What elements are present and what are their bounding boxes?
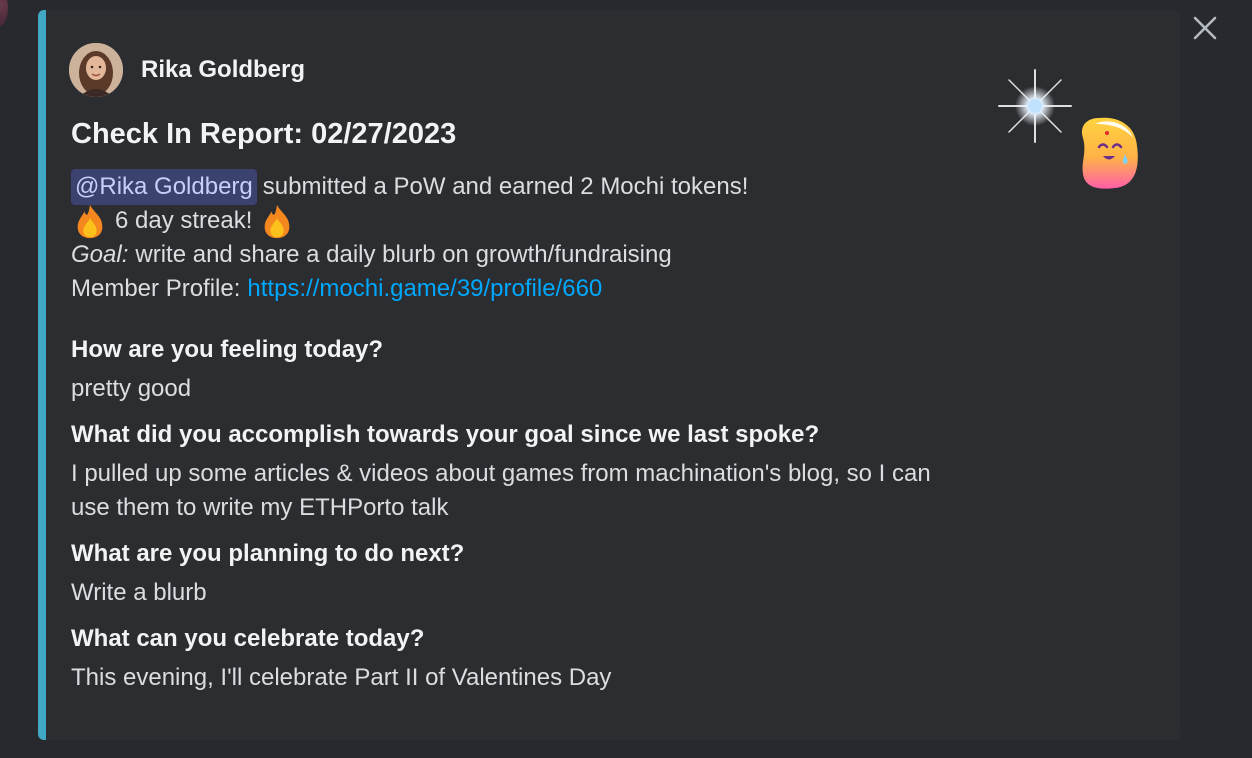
field-name: How are you feeling today? (71, 336, 384, 363)
fire-icon (265, 204, 290, 239)
field-name: What can you celebrate today? (71, 625, 425, 652)
close-button[interactable] (1187, 10, 1223, 46)
goal-label: Goal: (71, 241, 129, 268)
field-value: I pulled up some articles & videos about… (71, 460, 931, 521)
embed-field: How are you feeling today? pretty good (71, 335, 951, 406)
embed-title: Check In Report: 02/27/2023 (71, 118, 457, 150)
mochi-mascot-icon[interactable] (995, 68, 1145, 198)
submission-text: submitted a PoW and earned 2 Mochi token… (262, 173, 749, 200)
author-name[interactable]: Rika Goldberg (141, 56, 305, 84)
field-name: What are you planning to do next? (71, 540, 465, 567)
field-name: What did you accomplish towards your goa… (71, 421, 820, 448)
embed-fields: How are you feeling today? pretty good W… (71, 335, 951, 709)
streak-text: 6 day streak! (115, 207, 253, 234)
embed-field: What can you celebrate today? This eveni… (71, 624, 951, 695)
author-avatar[interactable] (69, 43, 123, 97)
check-in-embed: Rika Goldberg Check In Report: 02/27/202… (38, 10, 1180, 740)
embed-field: What are you planning to do next? Write … (71, 539, 951, 610)
user-mention[interactable]: @Rika Goldberg (71, 169, 257, 205)
embed-author: Rika Goldberg (69, 43, 305, 97)
goal-text: write and share a daily blurb on growth/… (135, 241, 672, 268)
embed-description: @Rika Goldberg submitted a PoW and earne… (71, 169, 749, 306)
close-icon (1193, 16, 1217, 40)
profile-link[interactable]: https://mochi.game/39/profile/660 (247, 272, 602, 306)
partial-avatar (0, 0, 8, 28)
fire-icon (77, 204, 103, 239)
field-value: This evening, I'll celebrate Part II of … (71, 664, 612, 691)
field-value: pretty good (71, 375, 192, 402)
profile-label: Member Profile: (71, 275, 241, 302)
field-value: Write a blurb (71, 579, 207, 606)
embed-field: What did you accomplish towards your goa… (71, 420, 951, 525)
embed-accent-bar (38, 10, 46, 740)
